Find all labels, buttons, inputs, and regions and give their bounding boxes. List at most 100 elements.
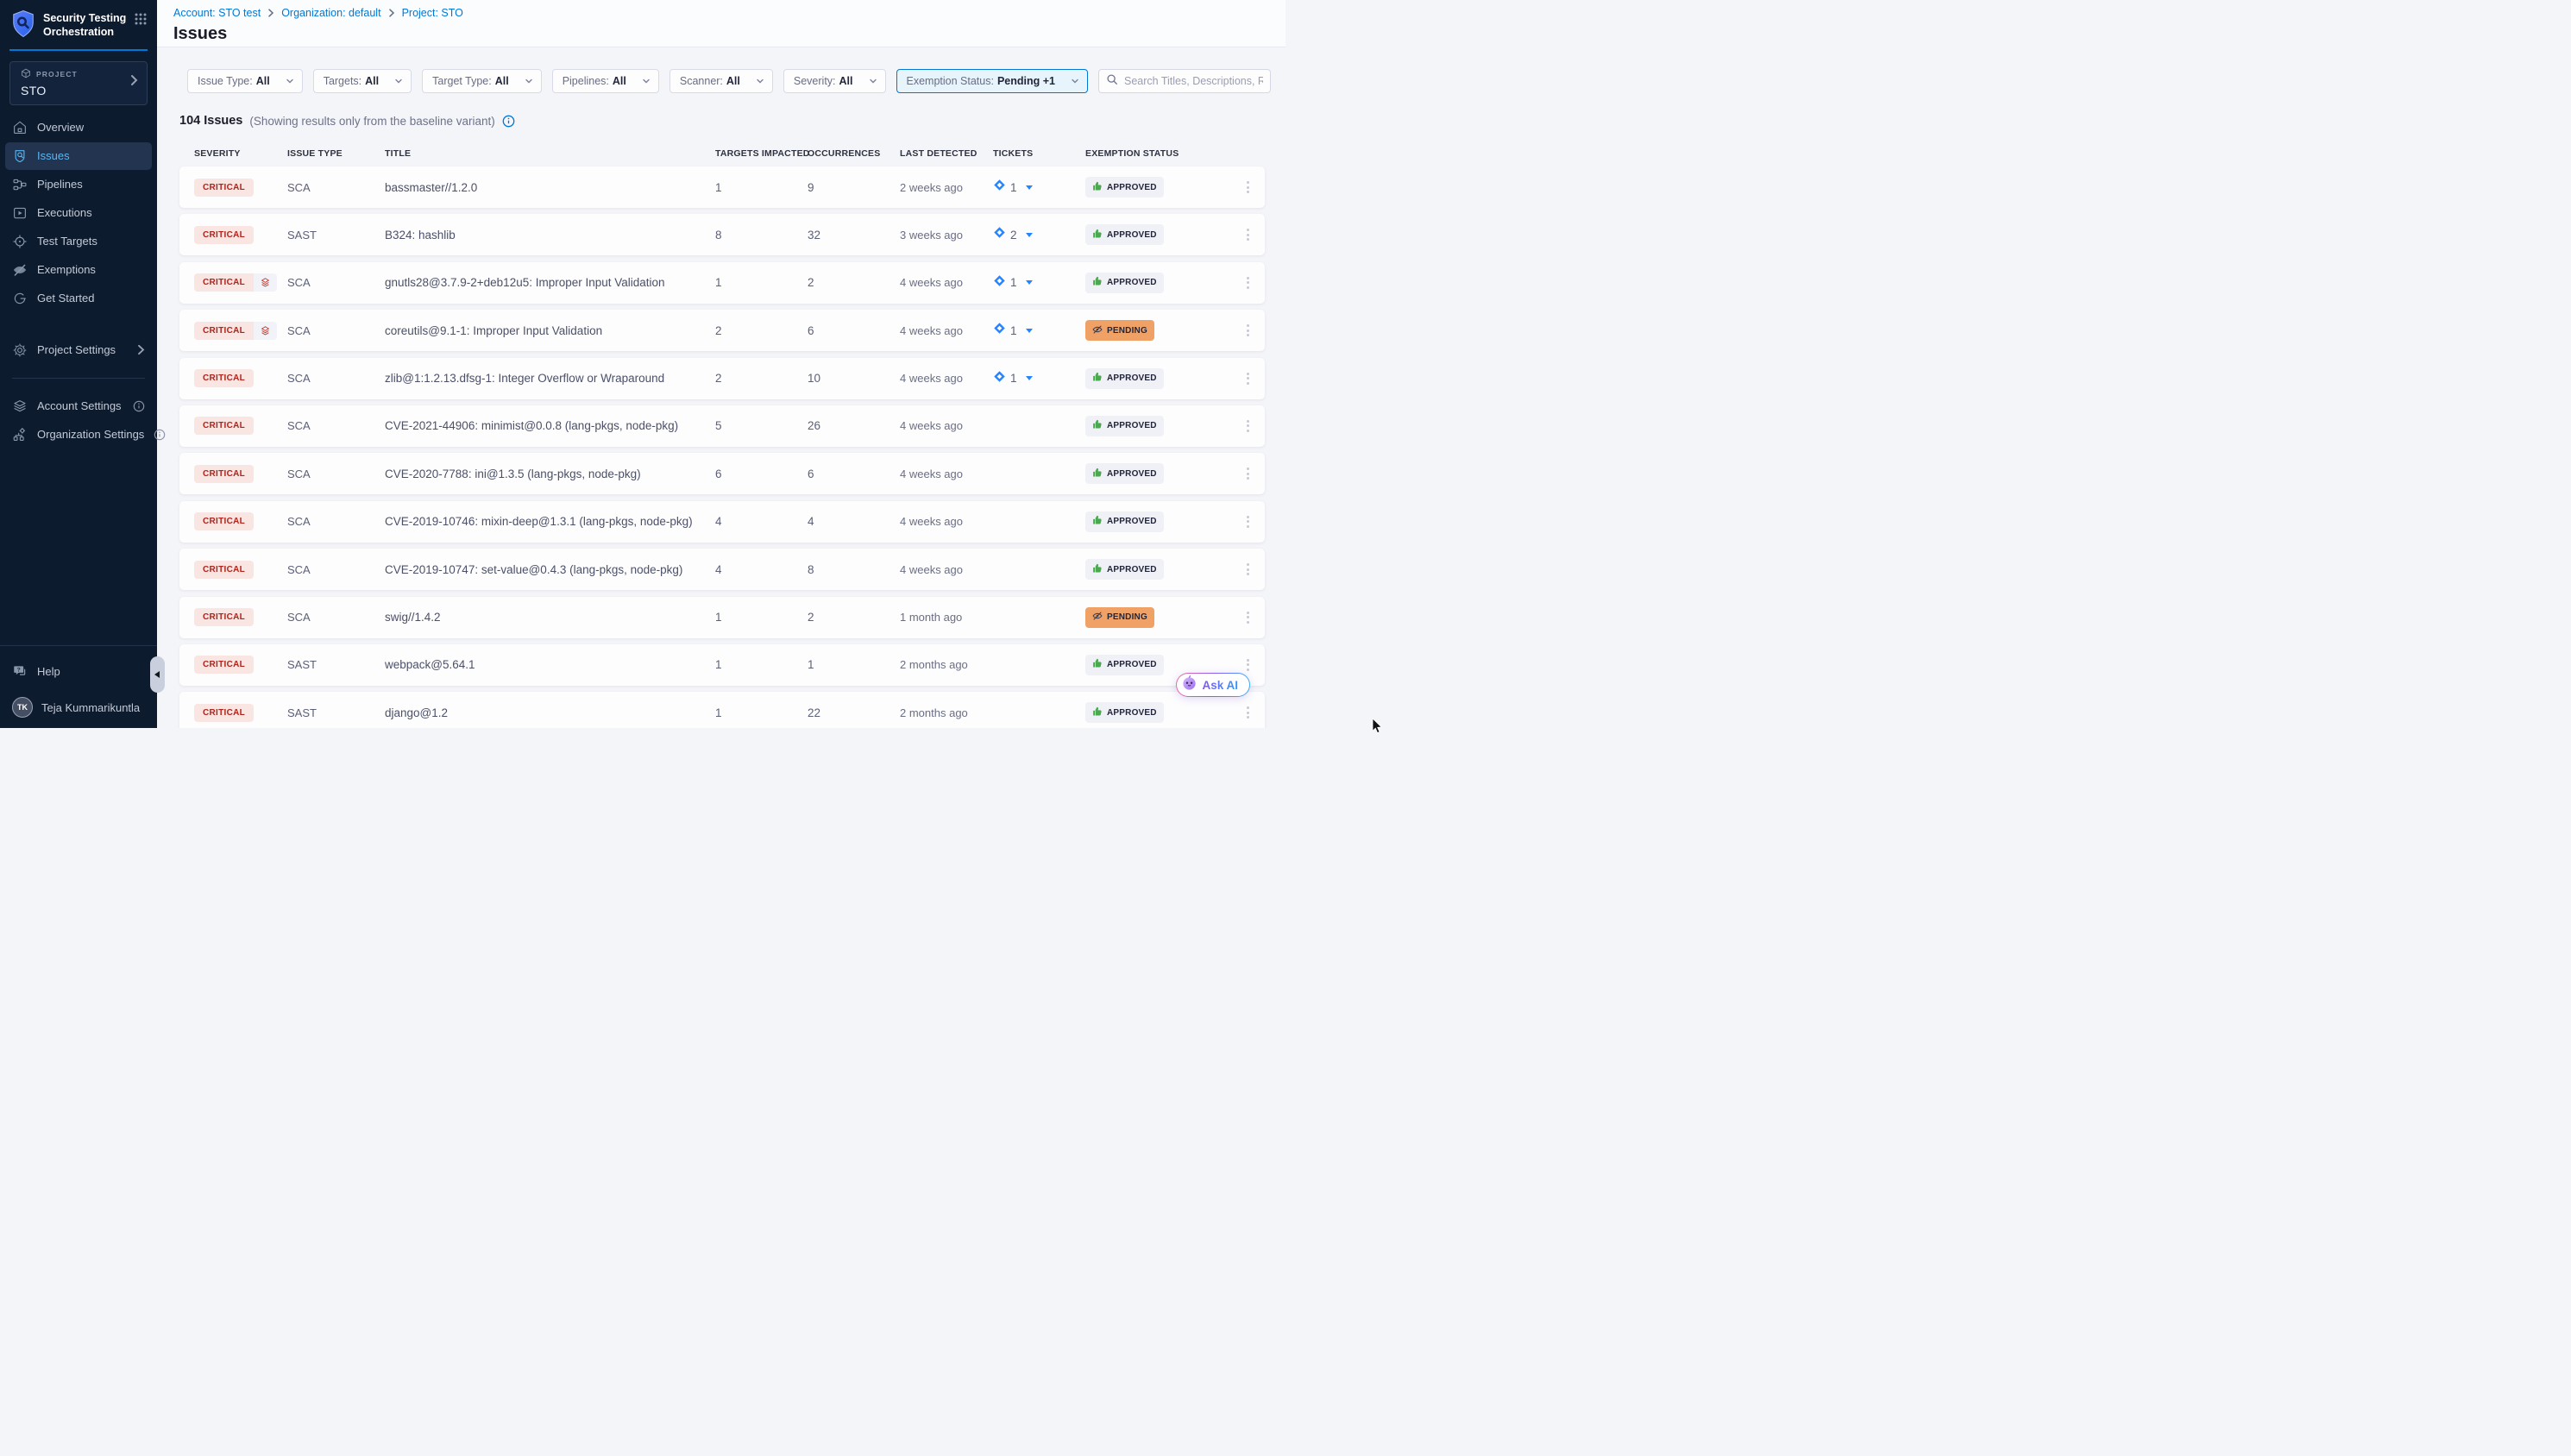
column-header: EXEMPTION STATUS [1085, 148, 1230, 159]
eye-off-icon [1092, 324, 1103, 337]
sidebar-item-exemptions[interactable]: Exemptions [5, 256, 152, 284]
sidebar-item-test-targets[interactable]: Test Targets [5, 228, 152, 255]
filter-issue-type[interactable]: Issue Type:All [187, 69, 303, 93]
ask-ai-label: Ask AI [1202, 679, 1238, 692]
ticket-count: 1 [1010, 181, 1017, 194]
tickets-cell: 1 [993, 370, 1085, 387]
sidebar-nav: Overview Issues Pipelines Executions Tes… [0, 113, 157, 313]
severity-badge: CRITICAL [194, 656, 254, 674]
filter-target-type[interactable]: Target Type:All [422, 69, 542, 93]
column-header: LAST DETECTED [900, 148, 993, 159]
issue-type: SAST [287, 658, 385, 671]
row-menu-kebab[interactable] [1243, 321, 1253, 340]
column-header: SEVERITY [194, 148, 287, 159]
ticket-dropdown-caret[interactable] [1026, 280, 1033, 285]
layers-icon [254, 322, 277, 340]
row-menu-kebab[interactable] [1243, 608, 1253, 627]
targets-impacted: 6 [715, 468, 808, 480]
targets-impacted: 1 [715, 658, 808, 671]
row-menu-kebab[interactable] [1243, 417, 1253, 436]
table-row[interactable]: CRITICAL SCA CVE-2019-10747: set-value@0… [179, 549, 1265, 590]
severity-badge: CRITICAL [194, 273, 277, 292]
breadcrumb-link[interactable]: Account: STO test [173, 7, 261, 19]
jira-ticket-icon[interactable] [993, 274, 1006, 292]
breadcrumb-link[interactable]: Organization: default [281, 7, 380, 19]
sidebar-item-pipelines[interactable]: Pipelines [5, 171, 152, 198]
filter-severity[interactable]: Severity:All [783, 69, 886, 93]
row-menu-kebab[interactable] [1243, 178, 1253, 197]
filter-pipelines[interactable]: Pipelines:All [552, 69, 659, 93]
filter-scanner[interactable]: Scanner:All [669, 69, 773, 93]
exemption-status-badge: APPROVED [1085, 655, 1164, 675]
sidebar-item-account-settings[interactable]: Account Settings [5, 392, 152, 420]
jira-ticket-icon[interactable] [993, 226, 1006, 243]
table-row[interactable]: CRITICAL SCA gnutls28@3.7.9-2+deb12u5: I… [179, 262, 1265, 304]
sidebar-item-project-settings[interactable]: Project Settings [5, 336, 152, 364]
table-row[interactable]: CRITICAL SCA CVE-2021-44906: minimist@0.… [179, 405, 1265, 447]
severity-badge: CRITICAL [194, 608, 254, 626]
search-icon [1106, 73, 1118, 90]
issue-type: SCA [287, 515, 385, 528]
ticket-dropdown-caret[interactable] [1026, 233, 1033, 237]
table-row[interactable]: CRITICAL SAST webpack@5.64.1 1 1 2 month… [179, 644, 1265, 686]
filter-exemption-status[interactable]: Exemption Status:Pending +1 [896, 69, 1088, 93]
app-title: Security Testing Orchestration [43, 9, 128, 40]
row-menu-kebab[interactable] [1243, 225, 1253, 244]
table-row[interactable]: CRITICAL SCA swig//1.4.2 1 2 1 month ago… [179, 597, 1265, 638]
jira-ticket-icon[interactable] [993, 370, 1006, 387]
occurrences: 6 [808, 468, 900, 480]
issue-type: SCA [287, 419, 385, 432]
search-input[interactable] [1124, 75, 1263, 87]
table-row[interactable]: CRITICAL SCA coreutils@9.1-1: Improper I… [179, 310, 1265, 351]
help-button[interactable]: ? Help [5, 657, 152, 685]
exemption-status-badge: APPROVED [1085, 463, 1164, 484]
ask-ai-button[interactable]: Ask AI [1176, 673, 1250, 697]
table-row[interactable]: CRITICAL SCA zlib@1:1.2.13.dfsg-1: Integ… [179, 358, 1265, 399]
project-selector[interactable]: PROJECT STO [9, 61, 148, 105]
search-box[interactable] [1098, 69, 1271, 93]
jira-ticket-icon[interactable] [993, 322, 1006, 339]
issue-title: zlib@1:1.2.13.dfsg-1: Integer Overflow o… [385, 372, 715, 385]
row-menu-kebab[interactable] [1243, 512, 1253, 531]
app-switcher-grid-icon[interactable] [135, 13, 147, 29]
ticket-dropdown-caret[interactable] [1026, 329, 1033, 333]
targets-impacted: 5 [715, 419, 808, 432]
chevron-right-icon [137, 344, 145, 355]
sidebar-item-executions[interactable]: Executions [5, 199, 152, 227]
project-name: STO [21, 84, 130, 97]
table-row[interactable]: CRITICAL SAST B324: hashlib 8 32 3 weeks… [179, 214, 1265, 255]
sidebar-item-issues[interactable]: Issues [5, 142, 152, 170]
table-row[interactable]: CRITICAL SCA bassmaster//1.2.0 1 9 2 wee… [179, 166, 1265, 208]
executions-icon [12, 205, 28, 221]
pipelines-icon [12, 177, 28, 192]
row-menu-kebab[interactable] [1243, 464, 1253, 483]
filter-targets[interactable]: Targets:All [313, 69, 412, 93]
last-detected: 3 weeks ago [900, 229, 993, 242]
thumbs-up-icon [1092, 658, 1103, 671]
issues-summary: 104 Issues (Showing results only from th… [179, 114, 1265, 128]
row-menu-kebab[interactable] [1243, 369, 1253, 388]
table-row[interactable]: CRITICAL SCA CVE-2020-7788: ini@1.3.5 (l… [179, 453, 1265, 494]
breadcrumb-link[interactable]: Project: STO [402, 7, 463, 19]
sidebar-settings-section: Project Settings Account Settings Organi… [0, 336, 157, 449]
info-icon[interactable] [502, 115, 515, 128]
table-row[interactable]: CRITICAL SAST django@1.2 1 22 2 months a… [179, 692, 1265, 728]
sidebar-item-organization-settings[interactable]: Organization Settings [5, 421, 152, 449]
mouse-cursor [1372, 719, 1383, 738]
row-menu-kebab[interactable] [1243, 273, 1253, 292]
ticket-dropdown-caret[interactable] [1026, 376, 1033, 380]
sidebar-item-get-started[interactable]: Get Started [5, 285, 152, 312]
row-menu-kebab[interactable] [1243, 656, 1253, 675]
jira-ticket-icon[interactable] [993, 179, 1006, 196]
user-menu[interactable]: TK Teja Kummarikuntla [5, 697, 152, 718]
row-menu-kebab[interactable] [1243, 703, 1253, 722]
issue-type: SCA [287, 563, 385, 576]
sidebar-collapse-handle[interactable] [150, 656, 165, 693]
row-menu-kebab[interactable] [1243, 560, 1253, 579]
ticket-dropdown-caret[interactable] [1026, 185, 1033, 190]
issue-title: CVE-2020-7788: ini@1.3.5 (lang-pkgs, nod… [385, 468, 715, 480]
ticket-count: 1 [1010, 324, 1017, 337]
sidebar-item-overview[interactable]: Overview [5, 114, 152, 141]
tickets-cell: 1 [993, 179, 1085, 196]
table-row[interactable]: CRITICAL SCA CVE-2019-10746: mixin-deep@… [179, 501, 1265, 543]
